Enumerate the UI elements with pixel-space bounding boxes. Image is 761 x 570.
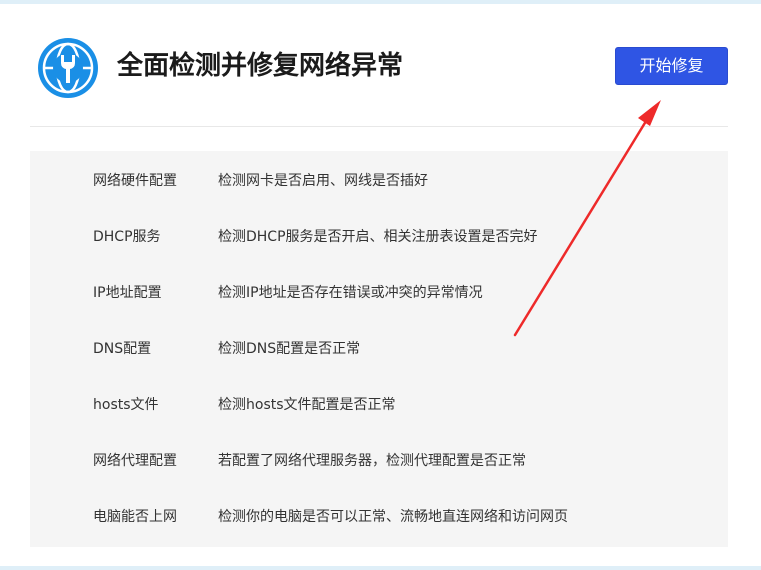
- check-description: 检测你的电脑是否可以正常、流畅地直连网络和访问网页: [218, 509, 568, 525]
- check-description: 检测IP地址是否存在错误或冲突的异常情况: [218, 285, 483, 301]
- check-row-hosts: hosts文件 检测hosts文件配置是否正常: [30, 377, 728, 433]
- check-name: DNS配置: [93, 341, 152, 357]
- check-row-proxy: 网络代理配置 若配置了网络代理服务器，检测代理配置是否正常: [30, 433, 728, 489]
- check-name: 电脑能否上网: [93, 509, 177, 525]
- start-repair-button[interactable]: 开始修复: [615, 47, 728, 85]
- check-description: 检测DHCP服务是否开启、相关注册表设置是否完好: [218, 229, 538, 245]
- check-name: hosts文件: [93, 397, 159, 413]
- check-description: 检测hosts文件配置是否正常: [218, 397, 396, 413]
- check-row-dhcp: DHCP服务 检测DHCP服务是否开启、相关注册表设置是否完好: [30, 209, 728, 265]
- check-description: 检测网卡是否启用、网线是否插好: [218, 173, 428, 189]
- check-name: DHCP服务: [93, 229, 161, 245]
- check-name: IP地址配置: [93, 285, 162, 301]
- check-description: 若配置了网络代理服务器，检测代理配置是否正常: [218, 453, 526, 469]
- header-divider: [30, 126, 728, 127]
- check-row-ip: IP地址配置 检测IP地址是否存在错误或冲突的异常情况: [30, 265, 728, 321]
- check-row-hardware: 网络硬件配置 检测网卡是否启用、网线是否插好: [30, 153, 728, 209]
- check-description: 检测DNS配置是否正常: [218, 341, 361, 357]
- check-list-panel: 网络硬件配置 检测网卡是否启用、网线是否插好 DHCP服务 检测DHCP服务是否…: [30, 151, 728, 547]
- wrench-globe-icon: [37, 37, 99, 99]
- page-title: 全面检测并修复网络异常: [117, 51, 404, 81]
- bottom-border: [0, 566, 761, 570]
- top-border: [0, 0, 761, 4]
- check-row-internet: 电脑能否上网 检测你的电脑是否可以正常、流畅地直连网络和访问网页: [30, 489, 728, 545]
- check-row-dns: DNS配置 检测DNS配置是否正常: [30, 321, 728, 377]
- check-name: 网络代理配置: [93, 453, 177, 469]
- check-name: 网络硬件配置: [93, 173, 177, 189]
